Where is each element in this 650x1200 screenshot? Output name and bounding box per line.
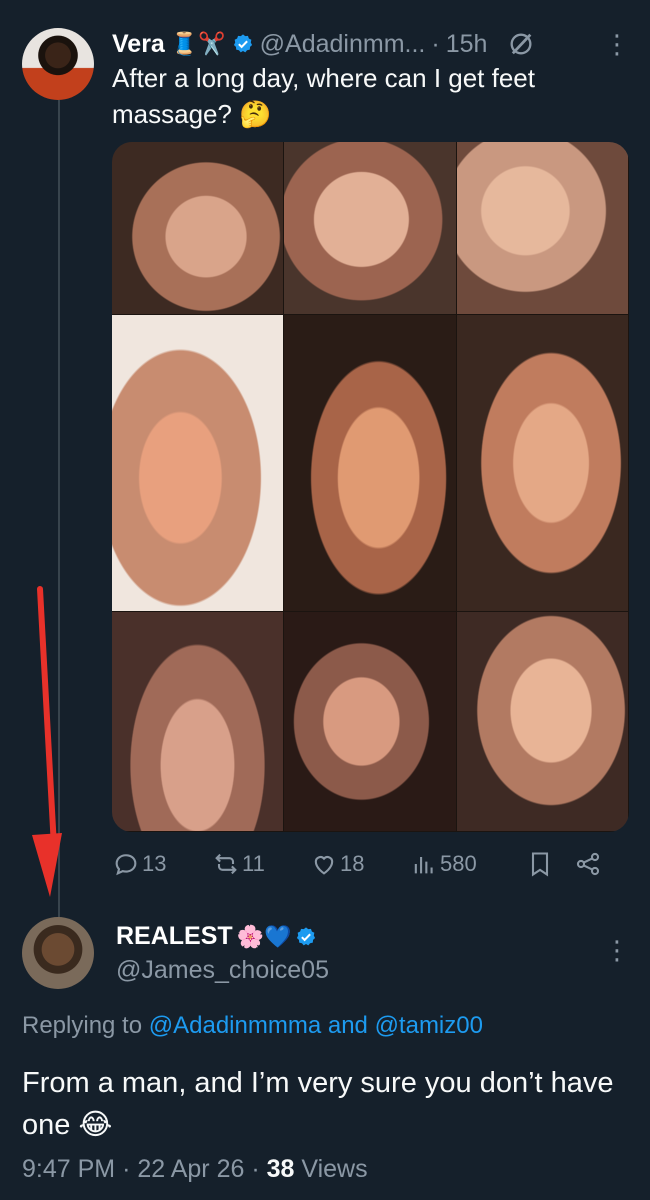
tweet-text: After a long day, where can I get feet m… (112, 63, 535, 129)
author-emojis: 🧵✂️ (170, 31, 226, 56)
mention-link[interactable]: @tamiz00 (375, 1012, 483, 1039)
author-handle[interactable]: @Adadinmm... (260, 30, 426, 59)
media-frame (456, 612, 629, 832)
reply-author-name[interactable]: REALEST (116, 922, 233, 951)
reply-author-emojis: 🌸💙 (236, 923, 292, 949)
media-frame (284, 315, 457, 612)
separator-dot: · (122, 1155, 131, 1183)
reply-date[interactable]: 22 Apr 26 (137, 1155, 244, 1183)
media-frame (112, 315, 285, 612)
tweet-header: Vera 🧵✂️ @Adadinmm... · 15h ⋮ (112, 26, 630, 62)
avatar[interactable] (22, 917, 94, 989)
author-name[interactable]: Vera (112, 30, 165, 59)
media-frame (112, 612, 285, 832)
views-count: 580 (440, 851, 477, 876)
reply-meta: 9:47 PM · 22 Apr 26 · 38 Views (22, 1155, 368, 1184)
verified-icon (297, 926, 316, 945)
views-button[interactable]: 580 (410, 850, 526, 878)
reply-author-handle[interactable]: @James_choice05 (116, 956, 329, 985)
like-button[interactable]: 18 (310, 850, 410, 878)
grok-icon[interactable] (507, 30, 535, 58)
tweet-media[interactable] (112, 142, 629, 832)
tweet-time[interactable]: 15h (446, 30, 488, 59)
mention-link[interactable]: @Adadinmmma (149, 1012, 321, 1039)
media-frame (112, 142, 285, 315)
more-icon[interactable]: ⋮ (604, 31, 630, 57)
media-frame (456, 315, 629, 612)
reply-button[interactable]: 13 (112, 850, 212, 878)
bookmark-button[interactable] (526, 850, 574, 878)
reply-views-count: 38 (266, 1155, 295, 1183)
media-frame (456, 142, 629, 315)
more-icon[interactable]: ⋮ (604, 935, 630, 966)
replying-prefix: Replying to (22, 1012, 143, 1039)
reply-count: 13 (142, 851, 167, 876)
reply-time[interactable]: 9:47 PM (22, 1155, 115, 1183)
replying-to: Replying to @Adadinmmma and @tamiz00 (22, 1012, 483, 1040)
share-button[interactable] (574, 850, 602, 878)
reply-views-label: Views (301, 1155, 368, 1183)
bookmark-icon (531, 852, 549, 877)
reply-icon (115, 854, 137, 876)
replying-and[interactable]: and (328, 1012, 368, 1039)
avatar[interactable] (22, 28, 94, 100)
separator-dot: · (431, 29, 440, 58)
like-count: 18 (340, 851, 365, 876)
reply-header: REALEST 🌸💙 (116, 922, 317, 951)
repost-count: 11 (242, 851, 265, 876)
repost-button[interactable]: 11 (212, 850, 310, 878)
repost-icon (215, 853, 237, 875)
verified-icon (233, 34, 252, 53)
like-icon (314, 856, 334, 875)
annotation-arrow (32, 586, 62, 897)
reply-text: From a man, and I’m very sure you don’t … (22, 1067, 614, 1141)
separator-dot: · (251, 1155, 260, 1183)
media-frame (284, 142, 457, 315)
media-frame (284, 612, 457, 832)
views-icon (414, 857, 433, 874)
action-bar: 13 11 18 580 (112, 846, 622, 882)
share-icon (576, 852, 600, 876)
